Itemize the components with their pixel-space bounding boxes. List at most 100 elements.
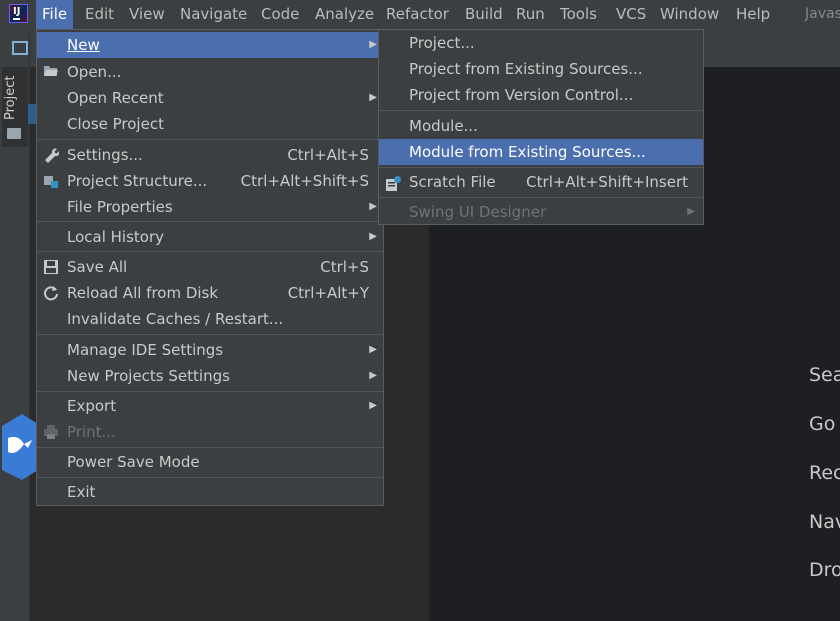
menu-navigate[interactable]: Navigate — [174, 0, 253, 29]
menu-vcs[interactable]: VCS — [610, 0, 652, 29]
folder-open-icon — [43, 64, 59, 80]
menu-item-settings[interactable]: Settings... Ctrl+Alt+S — [37, 142, 383, 168]
submenu-arrow-icon: ▶ — [369, 201, 377, 212]
submenu-arrow-icon: ▶ — [369, 344, 377, 355]
bird-mascot-icon — [2, 414, 38, 480]
menu-separator — [37, 447, 383, 448]
menu-item-power-save-mode-label: Power Save Mode — [67, 453, 200, 471]
submenu-item-swing-ui-designer: Swing UI Designer ▶ — [379, 199, 703, 225]
menu-item-open-label: Open... — [67, 63, 122, 81]
menu-tools[interactable]: Tools — [554, 0, 603, 29]
menu-build[interactable]: Build — [459, 0, 509, 29]
menu-item-invalidate-caches[interactable]: Invalidate Caches / Restart... — [37, 306, 383, 332]
intellij-logo-icon: IJ — [9, 4, 28, 23]
menu-separator — [379, 110, 703, 111]
submenu-item-scratch-file[interactable]: Scratch File Ctrl+Alt+Shift+Insert — [379, 169, 703, 195]
menu-item-project-structure[interactable]: Project Structure... Ctrl+Alt+Shift+S — [37, 168, 383, 194]
menu-item-new-label: New — [67, 36, 100, 54]
scratch-file-icon — [385, 174, 401, 191]
menu-separator — [37, 251, 383, 252]
welcome-hint-1: Sea — [809, 364, 840, 386]
menu-item-open[interactable]: Open... — [37, 59, 383, 85]
menu-item-manage-ide-settings-label: Manage IDE Settings — [67, 341, 224, 359]
submenu-arrow-icon: ▶ — [369, 370, 377, 381]
menu-item-power-save-mode[interactable]: Power Save Mode — [37, 449, 383, 475]
menu-item-manage-ide-settings[interactable]: Manage IDE Settings ▶ — [37, 337, 383, 363]
new-submenu: Project... Project from Existing Sources… — [378, 29, 704, 225]
menu-item-open-recent[interactable]: Open Recent ▶ — [37, 85, 383, 111]
menu-item-local-history[interactable]: Local History ▶ — [37, 224, 383, 250]
file-menu: New ▶ Open... Open Recent ▶ Close Projec… — [36, 29, 384, 506]
menu-view[interactable]: View — [123, 0, 171, 29]
menu-item-new[interactable]: New ▶ — [37, 32, 383, 58]
shortcut-label: Ctrl+Alt+Y — [287, 284, 369, 302]
submenu-item-module-label: Module... — [409, 117, 478, 135]
menu-item-save-all[interactable]: Save All Ctrl+S — [37, 254, 383, 280]
menu-help[interactable]: Help — [730, 0, 776, 29]
submenu-item-project[interactable]: Project... — [379, 30, 703, 56]
submenu-item-swing-label: Swing UI Designer — [409, 203, 547, 221]
menu-item-local-history-label: Local History — [67, 228, 165, 246]
window-title: Javas — [805, 6, 840, 22]
menu-separator — [37, 221, 383, 222]
project-view-icon[interactable] — [12, 41, 28, 55]
menu-window[interactable]: Window — [654, 0, 725, 29]
menu-item-exit[interactable]: Exit — [37, 479, 383, 505]
folder-icon — [7, 128, 21, 139]
menu-item-reload[interactable]: Reload All from Disk Ctrl+Alt+Y — [37, 280, 383, 306]
menu-item-open-recent-label: Open Recent — [67, 89, 164, 107]
submenu-item-module[interactable]: Module... — [379, 113, 703, 139]
submenu-arrow-icon: ▶ — [687, 206, 695, 217]
shortcut-label: Ctrl+Alt+Shift+Insert — [526, 173, 688, 191]
menu-item-new-projects-settings-label: New Projects Settings — [67, 367, 230, 385]
menu-item-print: Print... — [37, 419, 383, 445]
menu-item-print-label: Print... — [67, 423, 116, 441]
menu-bar: IJ File Edit View Navigate Code Analyze … — [0, 0, 840, 29]
submenu-item-scratch-file-label: Scratch File — [409, 173, 496, 191]
welcome-hint-3: Rec — [809, 462, 840, 484]
menu-refactor[interactable]: Refactor — [380, 0, 455, 29]
menu-item-settings-label: Settings... — [67, 146, 143, 164]
menu-item-project-structure-label: Project Structure... — [67, 172, 208, 190]
submenu-item-project-vcs[interactable]: Project from Version Control... — [379, 82, 703, 108]
refresh-icon — [43, 285, 59, 301]
menu-separator — [37, 391, 383, 392]
menu-edit[interactable]: Edit — [79, 0, 120, 29]
menu-item-save-all-label: Save All — [67, 258, 128, 276]
project-structure-icon — [43, 173, 59, 189]
shortcut-label: Ctrl+Alt+S — [287, 146, 369, 164]
menu-item-export-label: Export — [67, 397, 117, 415]
menu-item-file-properties[interactable]: File Properties ▶ — [37, 194, 383, 220]
menu-item-close-project-label: Close Project — [67, 115, 164, 133]
menu-item-invalidate-caches-label: Invalidate Caches / Restart... — [67, 310, 284, 328]
menu-separator — [37, 139, 383, 140]
save-icon — [43, 259, 59, 275]
menu-separator — [379, 167, 703, 168]
submenu-item-project-existing-sources[interactable]: Project from Existing Sources... — [379, 56, 703, 82]
submenu-item-module-existing-sources[interactable]: Module from Existing Sources... — [379, 139, 703, 165]
wrench-icon — [43, 147, 60, 163]
welcome-hint-4: Nav — [809, 511, 840, 533]
menu-item-export[interactable]: Export ▶ — [37, 393, 383, 419]
welcome-hint-5: Dro — [809, 559, 840, 581]
menu-code[interactable]: Code — [255, 0, 305, 29]
submenu-item-module-existing-label: Module from Existing Sources... — [409, 143, 646, 161]
submenu-arrow-icon: ▶ — [369, 39, 377, 50]
menu-separator — [379, 197, 703, 198]
submenu-item-project-vcs-label: Project from Version Control... — [409, 86, 634, 104]
shortcut-label: Ctrl+S — [320, 258, 369, 276]
printer-icon — [43, 424, 59, 440]
menu-item-close-project[interactable]: Close Project — [37, 111, 383, 137]
menu-item-reload-label: Reload All from Disk — [67, 284, 219, 302]
submenu-arrow-icon: ▶ — [369, 400, 377, 411]
project-tool-tab-label: Project — [3, 75, 18, 120]
submenu-item-project-label: Project... — [409, 34, 475, 52]
submenu-item-project-existing-label: Project from Existing Sources... — [409, 60, 643, 78]
menu-file[interactable]: File — [36, 0, 74, 29]
menu-item-new-projects-settings[interactable]: New Projects Settings ▶ — [37, 363, 383, 389]
menu-item-exit-label: Exit — [67, 483, 96, 501]
menu-run[interactable]: Run — [510, 0, 551, 29]
submenu-arrow-icon: ▶ — [369, 231, 377, 242]
menu-analyze[interactable]: Analyze — [309, 0, 380, 29]
menu-separator — [37, 477, 383, 478]
